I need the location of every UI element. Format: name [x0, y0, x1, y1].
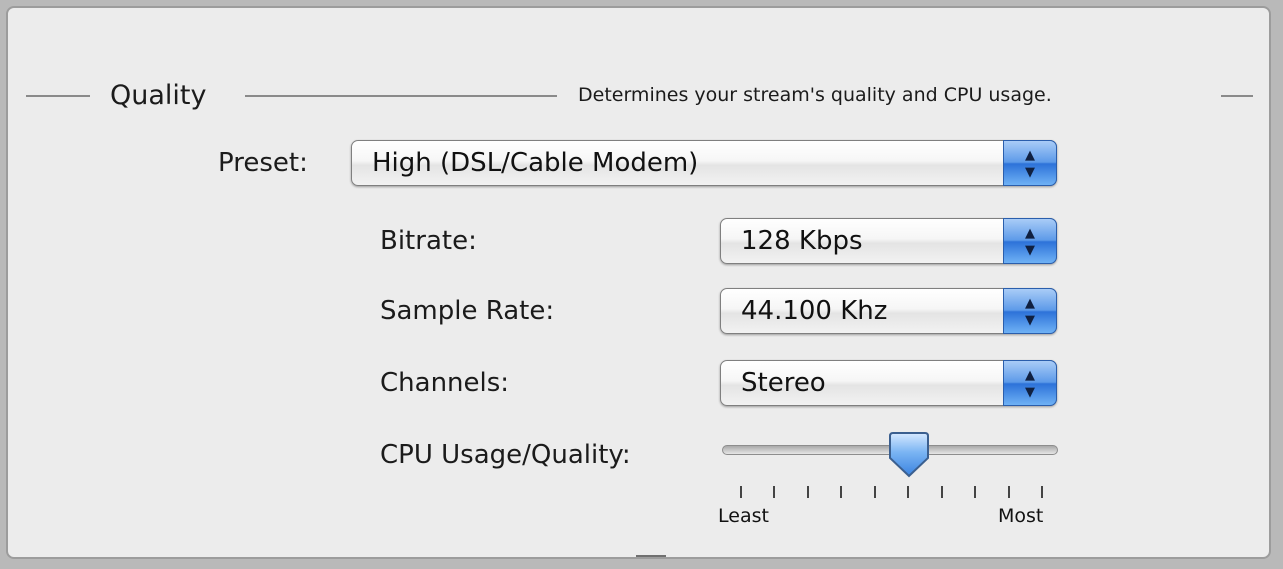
- section-divider-middle: [245, 95, 557, 97]
- slider-tick: [940, 486, 943, 498]
- sample-rate-label: Sample Rate:: [380, 296, 555, 326]
- up-down-arrows-icon: ▲ ▼: [1003, 360, 1057, 406]
- sample-rate-value: 44.100 Khz: [741, 296, 888, 326]
- section-divider-left: [26, 95, 90, 97]
- preset-label: Preset:: [218, 148, 308, 178]
- channels-popup[interactable]: Stereo ▲ ▼: [720, 360, 1057, 406]
- resize-grip[interactable]: [636, 555, 666, 559]
- slider-tick: [773, 486, 776, 498]
- bitrate-value: 128 Kbps: [741, 226, 863, 256]
- slider-tick: [907, 486, 910, 498]
- slider-tick: [873, 486, 876, 498]
- section-divider-right: [1221, 95, 1253, 97]
- cpu-usage-label: CPU Usage/Quality:: [380, 440, 631, 470]
- slider-tick: [840, 486, 843, 498]
- preset-value: High (DSL/Cable Modem): [372, 148, 699, 178]
- bitrate-label: Bitrate:: [380, 226, 477, 256]
- slider-knob-icon[interactable]: [887, 430, 931, 478]
- slider-tick: [974, 486, 977, 498]
- slider-min-label: Least: [718, 505, 769, 527]
- section-description: Determines your stream's quality and CPU…: [578, 84, 1052, 106]
- slider-max-label: Most: [998, 505, 1044, 527]
- slider-tick: [1007, 486, 1010, 498]
- channels-value: Stereo: [741, 368, 826, 398]
- up-down-arrows-icon: ▲ ▼: [1003, 288, 1057, 334]
- slider-tick: [1041, 486, 1043, 498]
- preset-popup[interactable]: High (DSL/Cable Modem) ▲ ▼: [351, 140, 1057, 186]
- channels-label: Channels:: [380, 368, 510, 398]
- up-down-arrows-icon: ▲ ▼: [1003, 140, 1057, 186]
- slider-tick: [806, 486, 809, 498]
- up-down-arrows-icon: ▲ ▼: [1003, 218, 1057, 264]
- bitrate-popup[interactable]: 128 Kbps ▲ ▼: [720, 218, 1057, 264]
- slider-tick: [740, 486, 742, 498]
- sample-rate-popup[interactable]: 44.100 Khz ▲ ▼: [720, 288, 1057, 334]
- section-title: Quality: [110, 80, 207, 111]
